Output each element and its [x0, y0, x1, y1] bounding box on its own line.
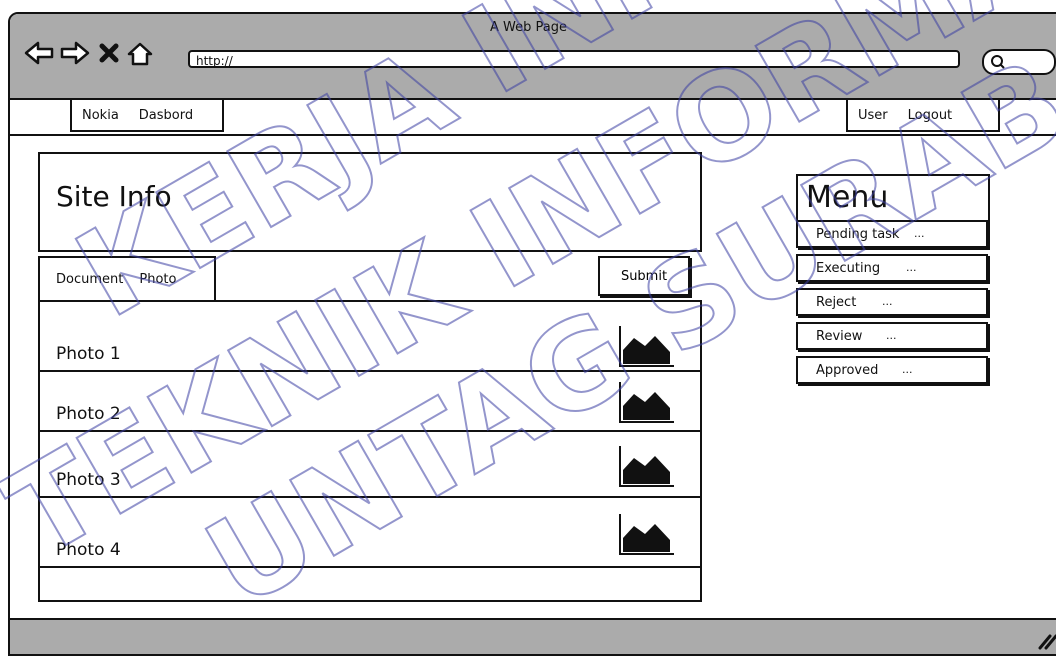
- site-info-panel: Site Info: [38, 152, 702, 252]
- photo-label: Photo 3: [56, 470, 121, 490]
- list-item[interactable]: Photo 4: [40, 498, 700, 568]
- navbar-right-group: User Logout: [846, 100, 1000, 132]
- tab-photo[interactable]: Photo: [139, 272, 176, 287]
- image-icon: [618, 512, 676, 560]
- url-input[interactable]: http://: [188, 50, 960, 68]
- photo-label: Photo 4: [56, 540, 121, 560]
- nav-item-dasbord[interactable]: Dasbord: [139, 108, 193, 123]
- list-item[interactable]: Photo 3: [40, 432, 700, 498]
- menu-item-pending-task[interactable]: Pending task ...: [796, 220, 988, 248]
- menu-item-label: Review: [816, 329, 863, 344]
- nav-item-logout[interactable]: Logout: [908, 108, 953, 123]
- image-icon: [618, 444, 676, 492]
- menu-item-executing[interactable]: Executing ...: [796, 254, 988, 282]
- photo-label: Photo 1: [56, 344, 121, 364]
- menu-item-label: Pending task: [816, 227, 900, 242]
- menu-header: Menu: [796, 174, 990, 222]
- menu-item-label: Approved: [816, 363, 879, 378]
- menu-item-more: ...: [902, 363, 913, 376]
- menu-item-approved[interactable]: Approved ...: [796, 356, 988, 384]
- search-button[interactable]: [982, 49, 1056, 75]
- window-title: A Web Page: [490, 20, 567, 35]
- list-item[interactable]: Photo 1: [40, 302, 700, 372]
- menu-item-reject[interactable]: Reject ...: [796, 288, 988, 316]
- browser-chrome: A Web Page http://: [10, 14, 1056, 100]
- list-item[interactable]: Photo 2: [40, 372, 700, 432]
- navbar-left-group: Nokia Dasbord: [70, 100, 224, 132]
- top-navbar: Nokia Dasbord User Logout: [10, 100, 1056, 136]
- image-icon: [618, 380, 676, 428]
- browser-window: A Web Page http:// Nokia Dasbord User Lo…: [8, 12, 1056, 656]
- menu-item-review[interactable]: Review ...: [796, 322, 988, 350]
- forward-arrow-icon[interactable]: [60, 40, 90, 70]
- menu-item-more: ...: [906, 261, 917, 274]
- photo-list: Photo 1 Photo 2 Photo 3 Photo 4: [38, 300, 702, 602]
- nav-item-user[interactable]: User: [858, 108, 888, 123]
- search-icon: [991, 55, 1005, 69]
- content-tabs: Document Photo: [38, 256, 216, 300]
- nav-item-nokia[interactable]: Nokia: [82, 108, 119, 123]
- resize-grip-icon[interactable]: [1036, 632, 1056, 654]
- stop-icon[interactable]: [98, 42, 120, 68]
- page-title: Site Info: [56, 180, 172, 213]
- menu-item-more: ...: [886, 329, 897, 342]
- image-icon: [618, 324, 676, 372]
- menu-title: Menu: [806, 180, 889, 215]
- back-arrow-icon[interactable]: [24, 40, 54, 70]
- home-icon[interactable]: [126, 41, 154, 71]
- photo-label: Photo 2: [56, 404, 121, 424]
- submit-button[interactable]: Submit: [598, 256, 690, 296]
- menu-item-label: Reject: [816, 295, 857, 310]
- menu-item-more: ...: [914, 227, 925, 240]
- tab-document[interactable]: Document: [56, 272, 123, 287]
- menu-item-more: ...: [882, 295, 893, 308]
- status-bar: [10, 618, 1056, 654]
- menu-item-label: Executing: [816, 261, 881, 276]
